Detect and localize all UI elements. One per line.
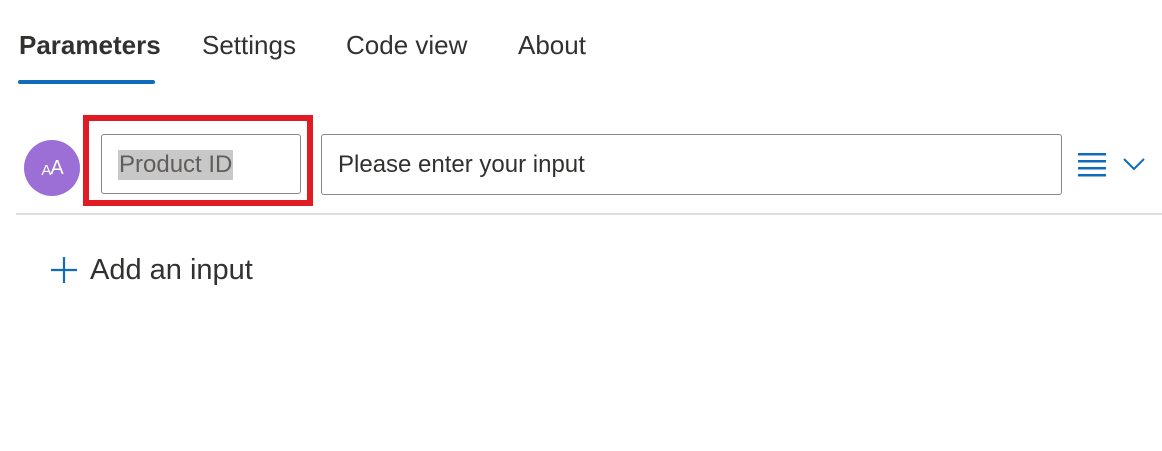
tab-about[interactable]: About (518, 28, 586, 62)
avatar-letter-small: A (41, 162, 51, 179)
avatar-letter-large: A (50, 156, 63, 179)
tab-settings[interactable]: Settings (202, 28, 296, 62)
highlight-annotation (83, 115, 313, 206)
tab-parameters[interactable]: Parameters (19, 28, 161, 62)
parameters-panel: Parameters Settings Code view About AA P… (0, 0, 1162, 451)
parameter-value-input[interactable]: Please enter your input (321, 134, 1062, 195)
active-tab-indicator (18, 80, 155, 84)
list-lines-icon[interactable] (1076, 150, 1108, 178)
tab-bar: Parameters Settings Code view About (0, 0, 1162, 90)
parameter-row: AA Product ID Please enter your input (0, 115, 1162, 215)
parameter-value-placeholder: Please enter your input (338, 151, 585, 178)
chevron-down-icon[interactable] (1122, 154, 1146, 174)
text-type-avatar-icon: AA (24, 140, 80, 196)
row-divider (16, 213, 1162, 215)
add-input-label: Add an input (90, 254, 253, 286)
tab-code-view[interactable]: Code view (346, 28, 467, 62)
add-input-button[interactable]: Add an input (50, 250, 253, 290)
plus-icon (51, 257, 77, 283)
